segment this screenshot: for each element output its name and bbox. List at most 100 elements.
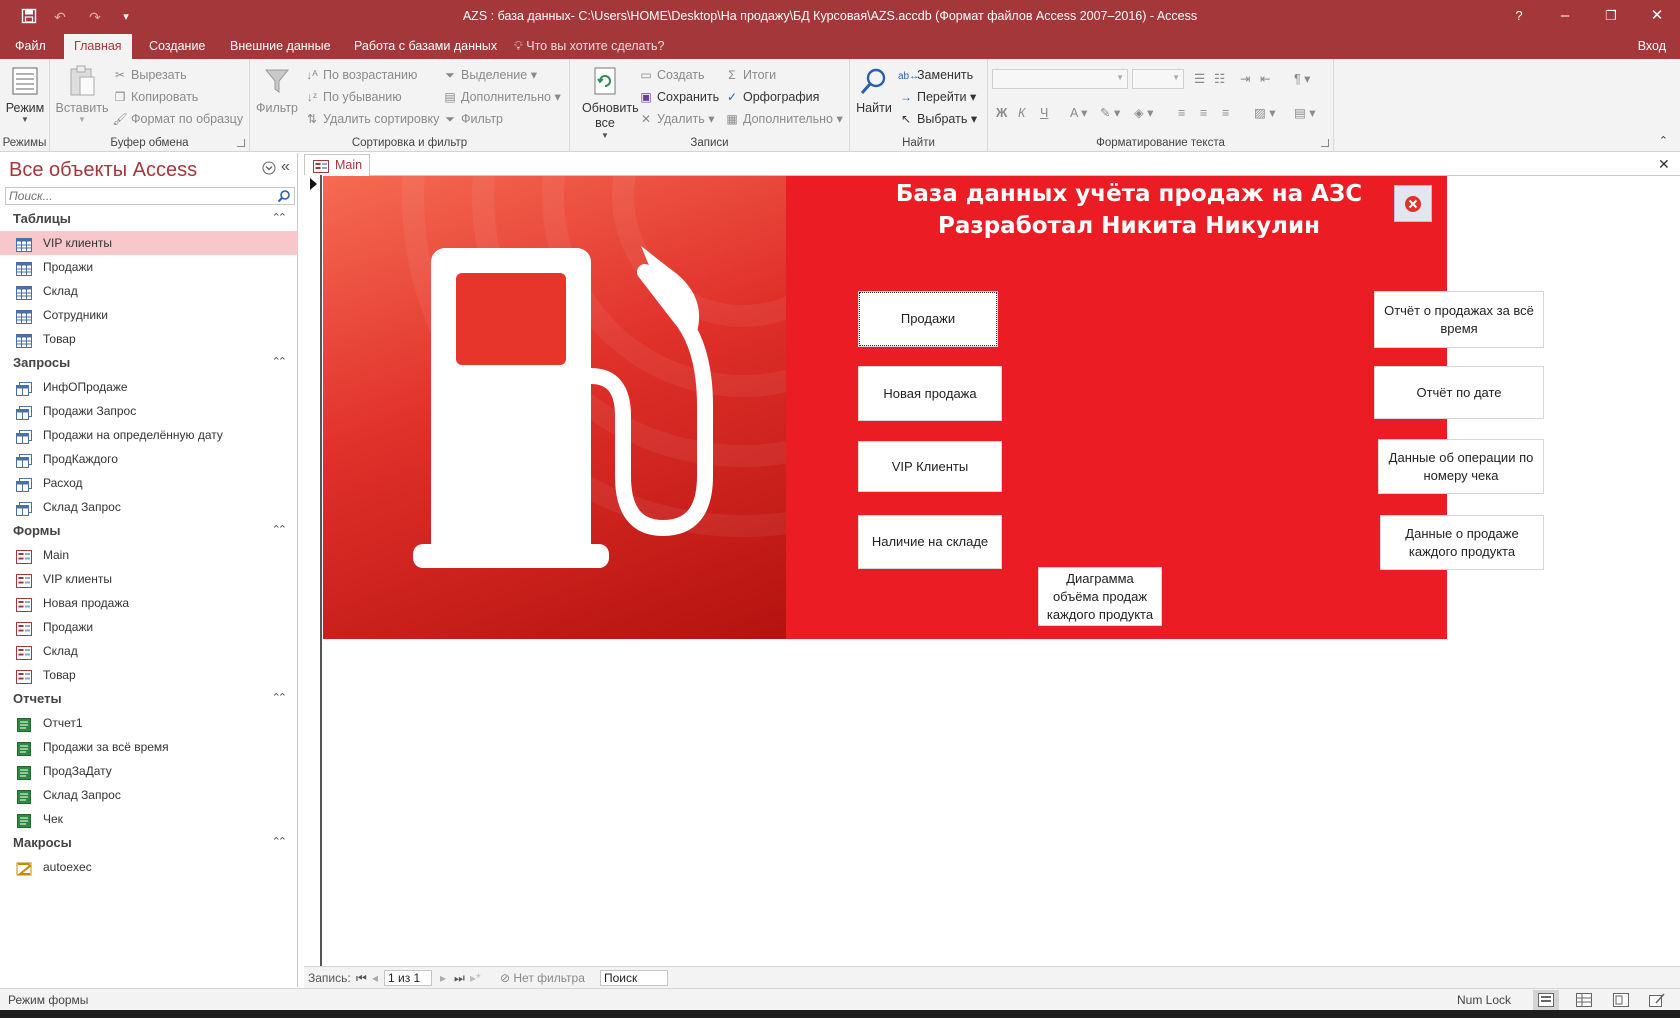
align-left-icon[interactable]: ≡ xyxy=(1178,103,1185,123)
collapse-group-icon[interactable]: ⌃⌃ xyxy=(272,351,288,373)
nav-collapse-icon[interactable]: « xyxy=(281,158,290,176)
collapse-group-icon[interactable]: ⌃⌃ xyxy=(272,519,288,541)
alt-row-color-icon[interactable]: ▤ ▾ xyxy=(1294,103,1316,123)
filter-button[interactable]: Фильтр xyxy=(254,63,300,115)
sales-button[interactable]: Продажи xyxy=(858,291,998,347)
remove-sort-button[interactable]: ⇅ Удалить сортировку xyxy=(304,109,439,129)
sort-descending-button[interactable]: ↓ᶻ По убыванию xyxy=(304,87,402,107)
totals-button[interactable]: Σ Итоги xyxy=(724,65,776,85)
new-sale-button[interactable]: Новая продажа xyxy=(858,366,1002,421)
no-filter-button[interactable]: ⊘ Нет фильтра xyxy=(500,970,585,986)
operation-by-check-button[interactable]: Данные об операции по номеру чека xyxy=(1378,439,1544,494)
numbering-icon[interactable]: ☷ xyxy=(1214,69,1225,89)
prev-record-icon[interactable]: ◂ xyxy=(372,970,378,986)
report-by-date-button[interactable]: Отчёт по дате xyxy=(1374,366,1544,419)
search-icon[interactable] xyxy=(277,189,291,203)
more-records-button[interactable]: ▦ Дополнительно ▾ xyxy=(724,109,842,129)
nav-group-report[interactable]: Отчеты ⌃⌃ xyxy=(0,687,298,711)
nav-item-table[interactable]: Склад xyxy=(0,279,298,303)
save-record-button[interactable]: ▣ Сохранить xyxy=(638,87,719,107)
nav-search-field[interactable] xyxy=(5,187,295,205)
nav-item-form[interactable]: VIP клиенты xyxy=(0,567,298,591)
nav-item-report[interactable]: ПродЗаДату xyxy=(0,759,298,783)
nav-item-macro[interactable]: autoexec xyxy=(0,855,298,879)
advanced-filter-button[interactable]: ▤ Дополнительно ▾ xyxy=(442,87,560,107)
nav-group-query[interactable]: Запросы ⌃⌃ xyxy=(0,351,298,375)
highlight-icon[interactable]: ✎ ▾ xyxy=(1100,103,1120,123)
paste-button[interactable]: Вставить ▼ xyxy=(55,63,109,124)
nav-item-form[interactable]: Склад xyxy=(0,639,298,663)
spelling-button[interactable]: ✓ Орфография xyxy=(724,87,819,107)
nav-item-table[interactable]: Сотрудники xyxy=(0,303,298,327)
vip-clients-button[interactable]: VIP Клиенты xyxy=(858,441,1002,492)
indent-icon[interactable]: ⇥ xyxy=(1240,69,1250,89)
format-painter-button[interactable]: 🖌︎ Формат по образцу xyxy=(112,109,243,129)
minimize-button[interactable]: – xyxy=(1542,0,1588,34)
nav-item-query[interactable]: Склад Запрос xyxy=(0,495,298,519)
font-name-select[interactable]: ▼ xyxy=(992,69,1128,89)
nav-item-form[interactable]: Новая продажа xyxy=(0,591,298,615)
first-record-icon[interactable]: ⏮ xyxy=(356,970,367,986)
find-button[interactable]: Найти xyxy=(854,63,894,115)
nav-item-form[interactable]: Продажи xyxy=(0,615,298,639)
tell-me-box[interactable]: 💡︎ Что вы хотите сделать? xyxy=(514,34,664,58)
underline-button[interactable]: Ч xyxy=(1040,103,1048,123)
chart-button[interactable]: Диаграмма объёма продаж каждого продукта xyxy=(1038,567,1162,626)
form-view-icon[interactable] xyxy=(1533,990,1559,1010)
view-button[interactable]: Режим ▼ xyxy=(4,63,46,124)
last-record-icon[interactable]: ⏭ xyxy=(454,970,465,986)
sort-ascending-button[interactable]: ↓ᴬ По возрастанию xyxy=(304,65,417,85)
collapse-ribbon-icon[interactable]: ⌃ xyxy=(1659,134,1668,147)
nav-group-form[interactable]: Формы ⌃⌃ xyxy=(0,519,298,543)
help-button[interactable]: ? xyxy=(1496,0,1542,34)
next-record-icon[interactable]: ▸ xyxy=(440,970,446,986)
datasheet-view-icon[interactable] xyxy=(1571,990,1597,1010)
delete-record-button[interactable]: ✕ Удалить ▾ xyxy=(638,109,715,129)
nav-search-input[interactable] xyxy=(6,188,266,204)
sign-in-link[interactable]: Вход xyxy=(1638,34,1666,58)
customize-qat-icon[interactable]: ▾ xyxy=(118,8,134,26)
save-icon[interactable] xyxy=(18,8,40,26)
gridlines-icon[interactable]: ▨ ▾ xyxy=(1254,103,1276,123)
sales-per-product-button[interactable]: Данные о продаже каждого продукта xyxy=(1380,515,1544,570)
collapse-group-icon[interactable]: ⌃⌃ xyxy=(272,831,288,853)
close-document-icon[interactable]: ✕ xyxy=(1658,156,1670,173)
nav-group-table[interactable]: Таблицы ⌃⌃ xyxy=(0,207,298,231)
report-all-time-button[interactable]: Отчёт о продажах за всё время xyxy=(1374,291,1544,348)
text-format-launcher[interactable] xyxy=(1321,139,1329,147)
new-record-nav-icon[interactable]: ▸* xyxy=(470,970,481,986)
nav-item-report[interactable]: Продажи за всё время xyxy=(0,735,298,759)
nav-title[interactable]: Все объекты Access xyxy=(9,159,197,182)
stock-button[interactable]: Наличие на складе xyxy=(858,515,1002,569)
copy-button[interactable]: ❐ Копировать xyxy=(112,87,199,107)
align-right-icon[interactable]: ≡ xyxy=(1222,103,1229,123)
tab-external-data[interactable]: Внешние данные xyxy=(220,34,341,59)
nav-item-query[interactable]: Продажи Запрос xyxy=(0,399,298,423)
document-tab-main[interactable]: Main xyxy=(304,154,370,176)
collapse-group-icon[interactable]: ⌃⌃ xyxy=(272,207,288,229)
redo-icon[interactable]: ↷ xyxy=(85,8,105,26)
select-button[interactable]: ↖ Выбрать ▾ xyxy=(898,109,977,129)
collapse-group-icon[interactable]: ⌃⌃ xyxy=(272,687,288,709)
nav-item-report[interactable]: Отчет1 xyxy=(0,711,298,735)
nav-item-form[interactable]: Товар xyxy=(0,663,298,687)
cut-button[interactable]: ✂ Вырезать xyxy=(112,65,187,85)
goto-button[interactable]: → Перейти ▾ xyxy=(898,87,976,107)
fill-color-icon[interactable]: ◈ ▾ xyxy=(1134,103,1153,123)
tab-create[interactable]: Создание xyxy=(139,34,215,59)
tab-database-tools[interactable]: Работа с базами данных xyxy=(344,34,507,59)
italic-button[interactable]: К xyxy=(1018,103,1025,123)
selection-button[interactable]: ⏷ Выделение ▾ xyxy=(442,65,537,85)
font-color-icon[interactable]: A ▾ xyxy=(1070,103,1087,123)
nav-item-query[interactable]: ИнфОПродаже xyxy=(0,375,298,399)
nav-item-table[interactable]: Товар xyxy=(0,327,298,351)
nav-menu-icon[interactable] xyxy=(262,161,276,178)
nav-item-query[interactable]: Расход xyxy=(0,471,298,495)
font-size-select[interactable]: ▼ xyxy=(1132,69,1184,89)
record-search-field[interactable]: Поиск xyxy=(600,970,668,986)
close-window-button[interactable]: ✕ xyxy=(1634,0,1680,34)
nav-item-report[interactable]: Чек xyxy=(0,807,298,831)
bullets-icon[interactable]: ☰ xyxy=(1194,69,1205,89)
refresh-all-button[interactable]: Обновить все ▼ xyxy=(574,63,639,140)
nav-item-query[interactable]: ПродКаждого xyxy=(0,447,298,471)
